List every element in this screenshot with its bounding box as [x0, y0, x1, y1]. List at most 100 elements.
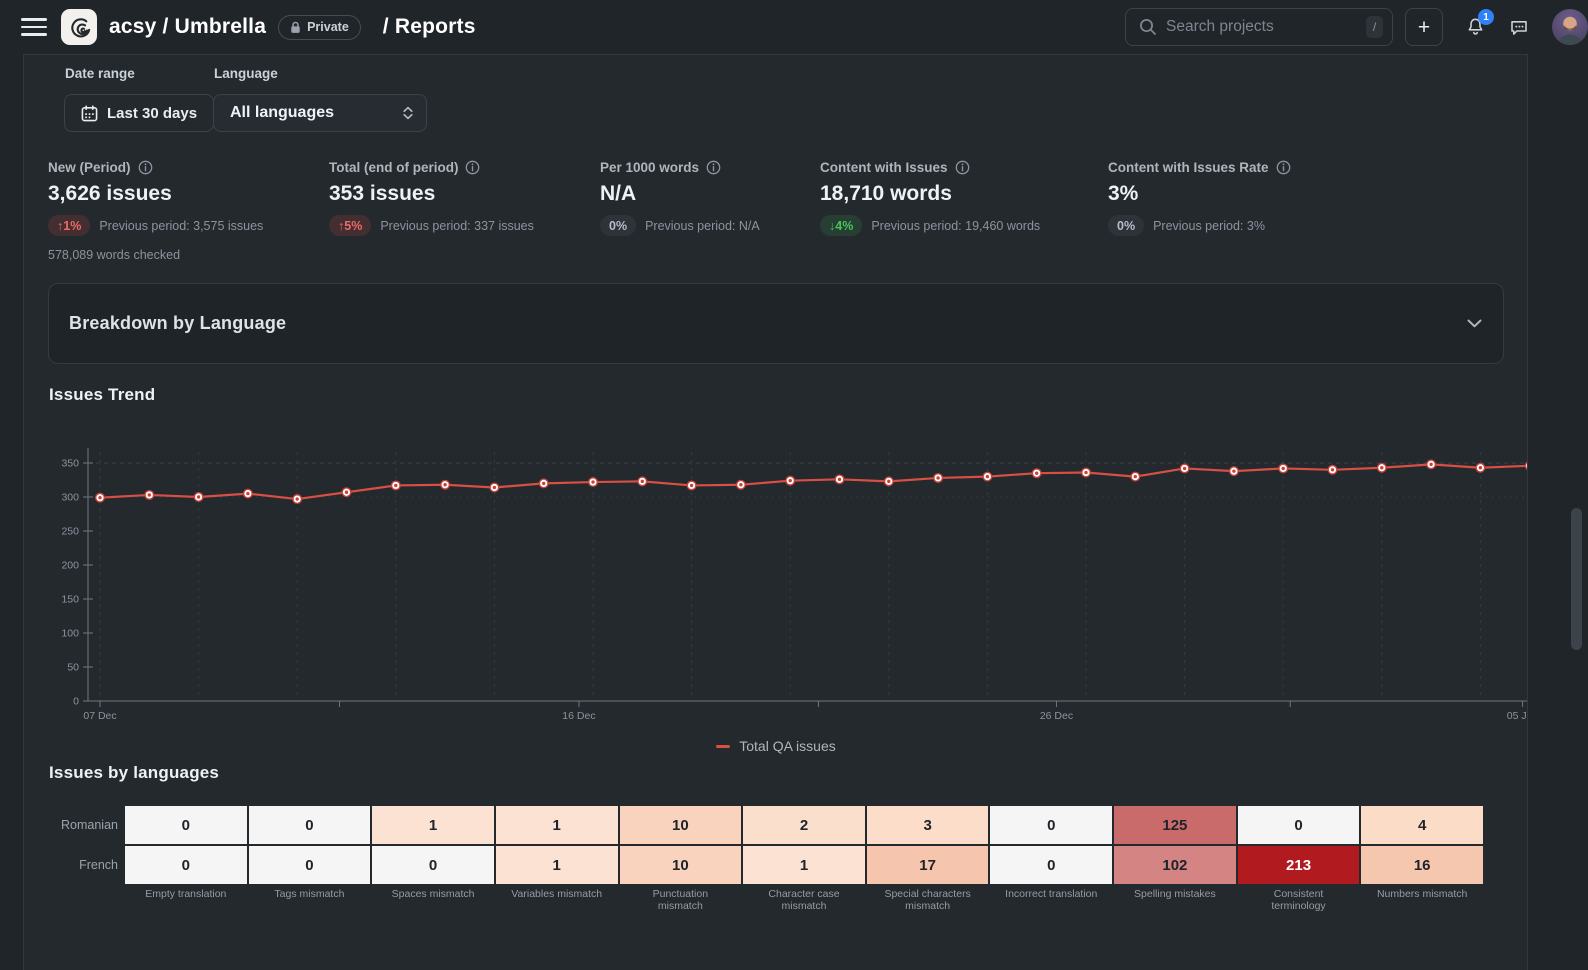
stat-card: Per 1000 wordsN/A0%Previous period: N/A	[600, 160, 760, 236]
stat-label: New (Period)	[48, 160, 263, 175]
private-badge-label: Private	[307, 20, 349, 34]
stat-delta-badge: 0%	[600, 215, 636, 236]
svg-text:50: 50	[67, 662, 79, 674]
heatmap-column-label: Variables mismatch	[496, 888, 618, 912]
heatmap-column-label: Spaces mismatch	[372, 888, 494, 912]
heatmap-grid: 00111023012504000110117010221316	[125, 806, 1483, 884]
private-badge: Private	[278, 15, 361, 40]
chart-legend-item[interactable]: Total QA issues	[24, 738, 1528, 754]
heatmap-cell: 0	[125, 846, 247, 884]
language-select[interactable]: All languages	[213, 94, 427, 132]
issues-by-languages-title: Issues by languages	[49, 763, 219, 783]
stat-value: N/A	[600, 182, 760, 206]
heatmap-cell: 0	[372, 846, 494, 884]
stat-card: Content with Issues 18,710 words ↓4% Previo…	[820, 160, 1040, 236]
heatmap-cell: 10	[620, 846, 742, 884]
info-icon[interactable]	[138, 160, 153, 175]
stat-previous-period: Previous period: 337 issues	[380, 219, 534, 233]
stat-label: Content with Issues	[820, 160, 1040, 175]
svg-text:0: 0	[73, 696, 79, 708]
stat-delta-badge: ↓4%	[820, 215, 862, 236]
notifications-button[interactable]: 1	[1465, 16, 1486, 38]
stat-value: 3%	[1108, 182, 1291, 206]
svg-text:250: 250	[61, 526, 79, 538]
issues-trend-title: Issues Trend	[49, 385, 155, 405]
heatmap-row-label: Romanian	[24, 818, 118, 832]
date-range-value: Last 30 days	[107, 105, 197, 122]
search-input[interactable]	[1166, 18, 1366, 36]
stat-previous-period: Previous period: 3,575 issues	[99, 219, 263, 233]
create-new-button[interactable]: +	[1405, 8, 1443, 46]
heatmap-column-label: Punctuation mismatch	[620, 888, 742, 912]
heatmap-row-label: French	[24, 858, 118, 872]
svg-text:200: 200	[61, 560, 79, 572]
stat-value: 18,710 words	[820, 182, 1040, 206]
date-range-label: Date range	[65, 66, 135, 81]
stat-delta-badge: 0%	[1108, 215, 1144, 236]
language-label: Language	[214, 66, 278, 81]
heatmap-cell: 1	[496, 806, 618, 844]
heatmap-cell: 102	[1114, 846, 1236, 884]
heatmap-cell: 10	[620, 806, 742, 844]
svg-text:05 Jan: 05 Jan	[1507, 710, 1528, 720]
legend-series-label: Total QA issues	[739, 738, 836, 754]
info-icon[interactable]	[955, 160, 970, 175]
stat-card: Total (end of period) 353 issues ↑5% Previo…	[329, 160, 534, 236]
stat-label: Total (end of period)	[329, 160, 534, 175]
app-logo[interactable]	[61, 9, 97, 45]
heatmap-column-label: Incorrect translation	[990, 888, 1112, 912]
report-page: Date range Last 30 days Language All lan…	[23, 54, 1528, 970]
stat-label: Per 1000 words	[600, 160, 760, 175]
heatmap-cell: 0	[249, 806, 371, 844]
chevron-down-icon	[1467, 319, 1482, 328]
svg-text:100: 100	[61, 628, 79, 640]
vertical-scrollbar-thumb[interactable]	[1571, 508, 1582, 650]
stat-value: 3,626 issues	[48, 182, 263, 206]
lock-icon	[290, 21, 301, 34]
stat-delta-badge: ↑5%	[329, 215, 371, 236]
breadcrumb-project[interactable]: acsy / Umbrella	[109, 15, 266, 39]
user-avatar[interactable]	[1552, 9, 1588, 45]
heatmap-cell: 16	[1361, 846, 1483, 884]
heatmap-column-label: Special characters mismatch	[867, 888, 989, 912]
heatmap-column-labels: Empty translationTags mismatchSpaces mis…	[125, 888, 1483, 912]
top-navbar: acsy / Umbrella Private / Reports / + 1	[0, 0, 1588, 54]
language-select-value: All languages	[230, 104, 334, 122]
heatmap-cell: 4	[1361, 806, 1483, 844]
select-arrows-icon	[403, 106, 413, 120]
heatmap-cell: 125	[1114, 806, 1236, 844]
heatmap-cell: 0	[990, 806, 1112, 844]
logo-swirl-icon	[66, 14, 92, 40]
svg-text:350: 350	[61, 458, 79, 470]
stat-previous-period: Previous period: 3%	[1153, 219, 1265, 233]
stat-delta-badge: ↑1%	[48, 215, 90, 236]
feedback-button[interactable]	[1508, 17, 1530, 38]
legend-series-swatch	[716, 745, 730, 748]
svg-text:07 Dec: 07 Dec	[83, 710, 116, 720]
info-icon[interactable]	[1276, 160, 1291, 175]
svg-text:300: 300	[61, 492, 79, 504]
stat-card: New (Period) 3,626 issues ↑1% Previous peri…	[48, 160, 263, 262]
calendar-icon	[81, 105, 98, 122]
info-icon[interactable]	[465, 160, 480, 175]
stat-previous-period: Previous period: 19,460 words	[871, 219, 1040, 233]
menu-icon[interactable]	[21, 18, 47, 36]
stat-label: Content with Issues Rate	[1108, 160, 1291, 175]
heatmap-cell: 17	[867, 846, 989, 884]
heatmap-cell: 1	[743, 846, 865, 884]
breadcrumb-section: / Reports	[383, 15, 476, 39]
heatmap-cell: 0	[249, 846, 371, 884]
svg-text:150: 150	[61, 594, 79, 606]
breakdown-by-language-accordion[interactable]: Breakdown by Language	[48, 283, 1504, 364]
search-shortcut-key: /	[1366, 16, 1383, 38]
svg-text:16 Dec: 16 Dec	[562, 710, 595, 720]
project-search[interactable]: /	[1125, 8, 1393, 46]
heatmap-cell: 213	[1238, 846, 1360, 884]
heatmap-cell: 0	[125, 806, 247, 844]
date-range-button[interactable]: Last 30 days	[64, 94, 214, 132]
accordion-title: Breakdown by Language	[69, 313, 286, 334]
stat-value: 353 issues	[329, 182, 534, 206]
heatmap-cell: 1	[372, 806, 494, 844]
chat-icon	[1508, 17, 1530, 38]
info-icon[interactable]	[706, 160, 721, 175]
